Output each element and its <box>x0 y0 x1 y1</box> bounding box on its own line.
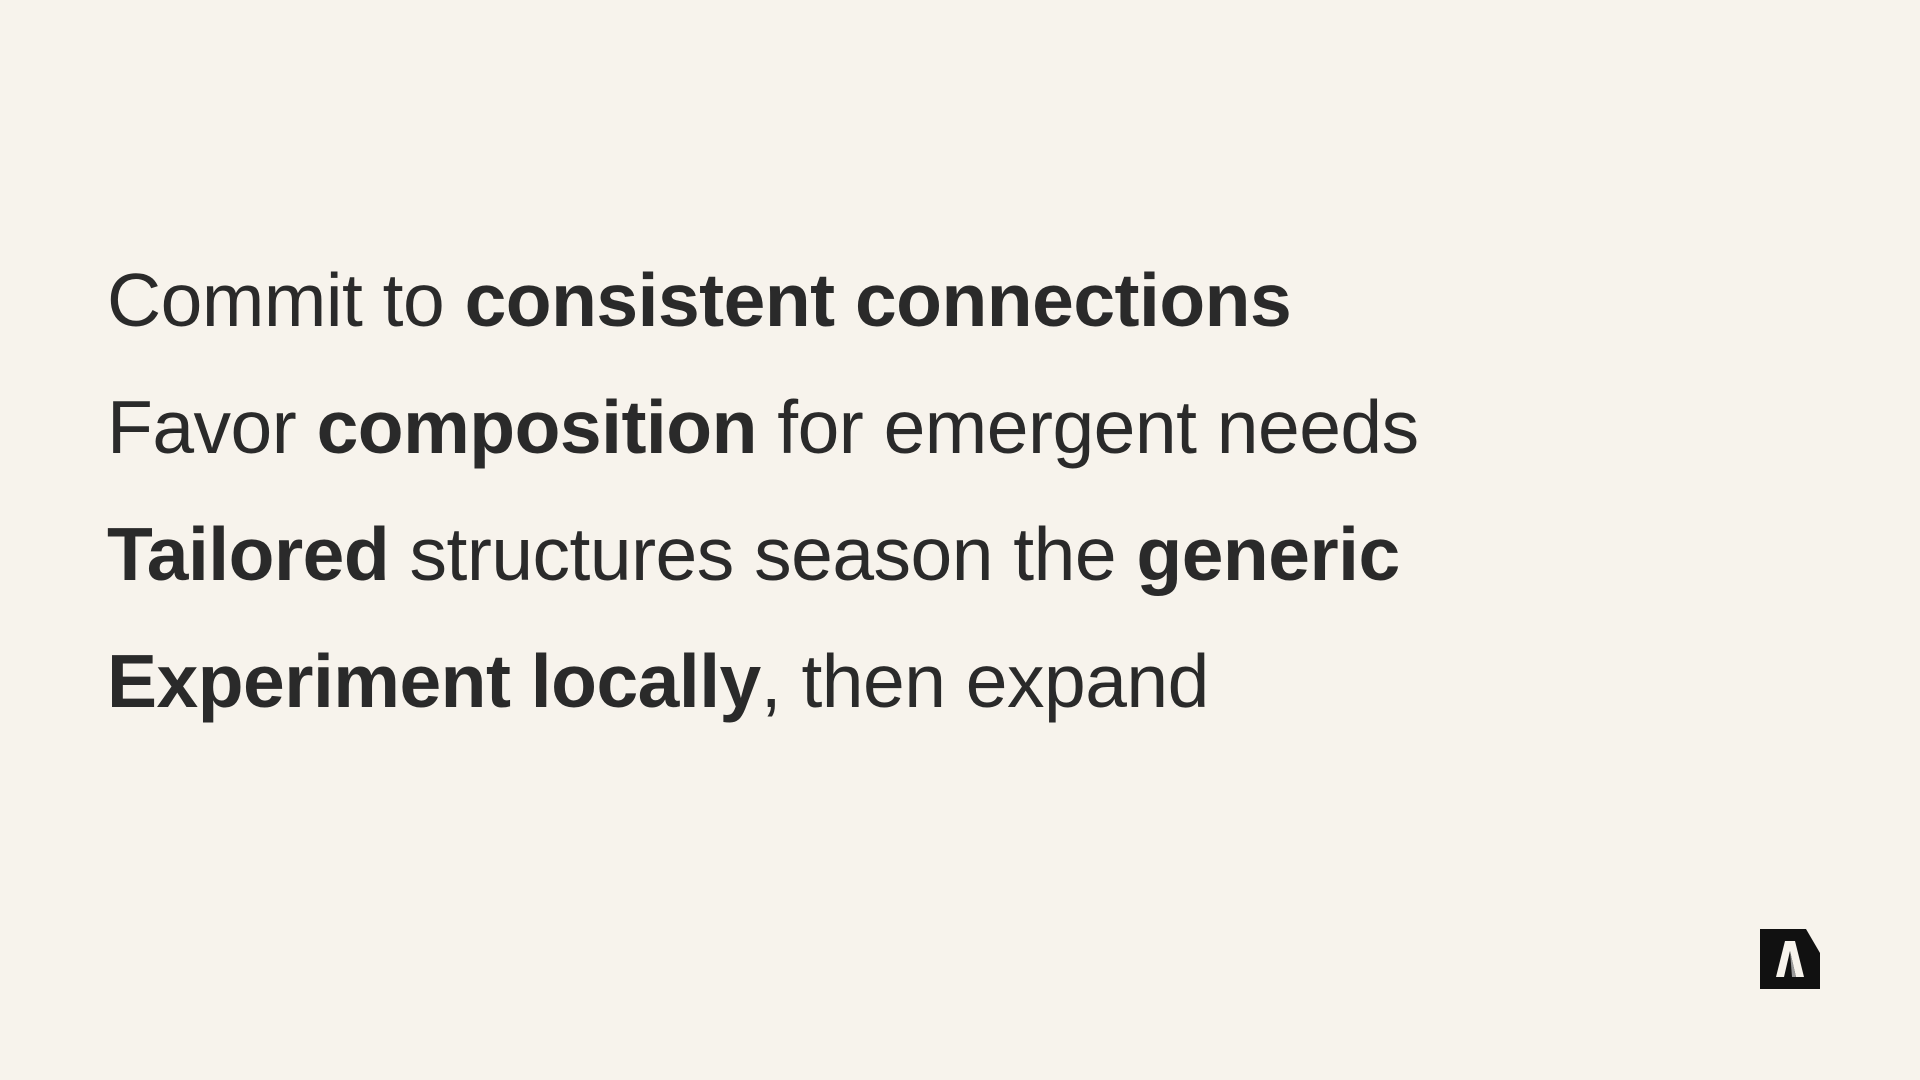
principle-text-segment: Favor <box>107 385 317 469</box>
principle-emphasis-segment: Tailored <box>107 512 390 596</box>
slide: Commit to consistent connections Favor c… <box>0 0 1920 1080</box>
principle-line-4: Experiment locally, then expand <box>107 636 1419 763</box>
principle-line-2: Favor composition for emergent needs <box>107 382 1419 509</box>
brand-a-logo-icon <box>1760 929 1820 989</box>
principle-emphasis-segment: composition <box>316 385 758 469</box>
principle-text-segment: for emergent needs <box>756 385 1419 469</box>
principle-text-segment: Commit to <box>107 258 465 342</box>
principle-emphasis-segment: Experiment locally <box>107 639 761 723</box>
principle-line-1: Commit to consistent connections <box>107 255 1419 382</box>
principles-list: Commit to consistent connections Favor c… <box>107 255 1419 763</box>
principle-text-segment: , then expand <box>760 639 1210 723</box>
principle-emphasis-segment: consistent connections <box>464 258 1292 342</box>
principle-emphasis-segment: generic <box>1136 512 1400 596</box>
principle-text-segment: structures season the <box>389 512 1137 596</box>
principle-line-3: Tailored structures season the generic <box>107 509 1419 636</box>
